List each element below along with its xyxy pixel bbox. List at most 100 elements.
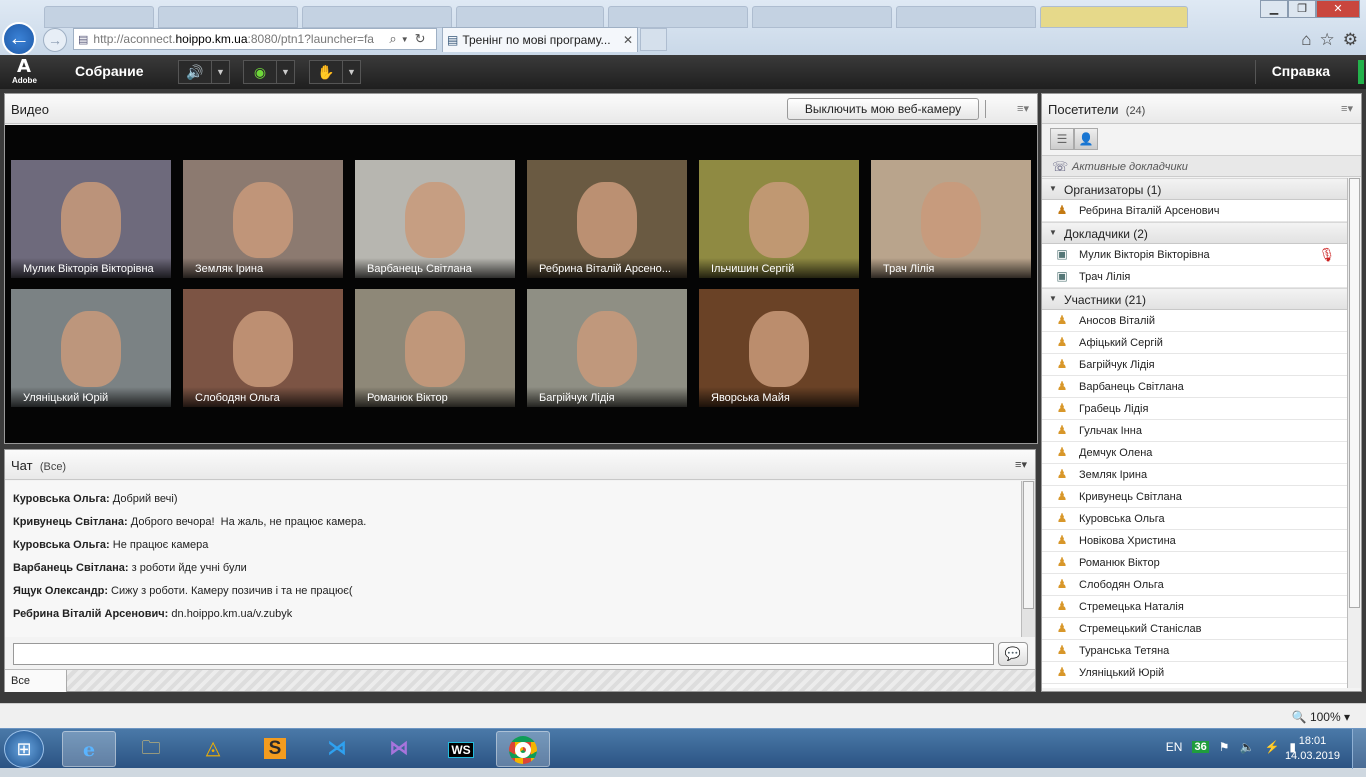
attendee-row[interactable]: ♟ Грабець Лідія bbox=[1042, 398, 1347, 420]
language-indicator[interactable]: EN bbox=[1166, 740, 1183, 754]
help-menu[interactable]: Справка bbox=[1272, 63, 1330, 79]
video-tile[interactable]: Мулик Вікторія Вікторівна bbox=[11, 160, 171, 278]
attendee-row[interactable]: ♟ Куровська Ольга bbox=[1042, 508, 1347, 530]
meeting-menu[interactable]: Собрание bbox=[75, 63, 144, 79]
status-view-button[interactable]: 👤 bbox=[1074, 128, 1098, 150]
close-window-button[interactable]: ✕ bbox=[1316, 0, 1360, 18]
start-button[interactable]: ⊞ bbox=[4, 730, 44, 768]
attendee-row[interactable]: ♟ Земляк Ірина bbox=[1042, 464, 1347, 486]
attendee-row[interactable]: ♟ Аносов Віталій bbox=[1042, 310, 1347, 332]
maximize-button[interactable]: ❐ bbox=[1288, 0, 1316, 18]
attendee-row[interactable]: ♟ Туранська Тетяна bbox=[1042, 640, 1347, 662]
taskbar-file-explorer[interactable]: 🗀 bbox=[124, 731, 178, 767]
attendee-scrollbar[interactable] bbox=[1347, 178, 1361, 688]
browser-tab[interactable] bbox=[302, 6, 452, 28]
browser-tab[interactable] bbox=[896, 6, 1036, 28]
active-browser-tab[interactable]: ▤ Тренінг по мові програму... ✕ bbox=[442, 27, 638, 52]
video-tile[interactable]: Романюк Віктор bbox=[355, 289, 515, 407]
collapse-triangle-icon[interactable]: ▼ bbox=[1049, 228, 1057, 237]
new-tab-button[interactable] bbox=[640, 28, 667, 51]
power-icon[interactable]: ⚡ bbox=[1264, 740, 1279, 754]
chat-input[interactable] bbox=[13, 643, 994, 665]
pod-options-menu-icon[interactable]: ≡▾ bbox=[1017, 102, 1029, 115]
close-tab-icon[interactable]: ✕ bbox=[623, 33, 633, 47]
chat-scrollbar[interactable] bbox=[1021, 481, 1035, 637]
browser-tab[interactable] bbox=[608, 6, 748, 28]
forward-button[interactable]: → bbox=[43, 28, 67, 52]
browser-tab[interactable] bbox=[456, 6, 604, 28]
zoom-control[interactable]: 🔍 100% ▾ bbox=[1292, 710, 1350, 724]
search-icon[interactable]: ⌕ bbox=[389, 31, 396, 47]
webcam-menu-arrow[interactable]: ▼ bbox=[277, 60, 295, 84]
video-tile[interactable]: Яворська Майя bbox=[699, 289, 859, 407]
attendee-row[interactable]: ♟ Гульчак Інна bbox=[1042, 420, 1347, 442]
url-text[interactable]: http://aconnect.hoippo.km.ua:8080/ptn1?l… bbox=[93, 32, 383, 46]
volume-icon[interactable]: 🔈 bbox=[1239, 740, 1254, 754]
video-tile[interactable]: Ільчишин Сергій bbox=[699, 160, 859, 278]
scrollbar-thumb[interactable] bbox=[1023, 481, 1034, 609]
minimize-button[interactable]: ▁ bbox=[1260, 0, 1288, 18]
status-menu-arrow[interactable]: ▼ bbox=[343, 60, 361, 84]
send-message-button[interactable]: 💬 bbox=[998, 642, 1028, 666]
address-bar[interactable]: ▤ http://aconnect.hoippo.km.ua:8080/ptn1… bbox=[73, 28, 437, 50]
attendee-row[interactable]: ♟ Ребрина Віталій Арсенович bbox=[1042, 200, 1347, 222]
pod-options-menu-icon[interactable]: ≡▾ bbox=[1341, 102, 1353, 115]
speaker-button[interactable]: 🔊 bbox=[178, 60, 212, 84]
attendee-row[interactable]: ♟ Романюк Віктор bbox=[1042, 552, 1347, 574]
browser-tab[interactable] bbox=[752, 6, 892, 28]
video-tile[interactable]: Трач Лілія bbox=[871, 160, 1031, 278]
attendee-row[interactable]: ▣ Мулик Вікторія Вікторівна 🎙 bbox=[1042, 244, 1347, 266]
raise-hand-button[interactable]: ✋ bbox=[309, 60, 343, 84]
browser-tab[interactable] bbox=[44, 6, 154, 28]
video-tile[interactable]: Варбанець Світлана bbox=[355, 160, 515, 278]
video-tile[interactable]: Багрійчук Лідія bbox=[527, 289, 687, 407]
browser-tab[interactable] bbox=[1040, 6, 1188, 28]
taskbar-webstorm[interactable]: WS bbox=[434, 731, 488, 767]
attendee-row[interactable]: ♟ Слободян Ольга bbox=[1042, 574, 1347, 596]
video-tile[interactable]: Уляніцький Юрій bbox=[11, 289, 171, 407]
attendee-row[interactable]: ♟ Багрійчук Лідія bbox=[1042, 354, 1347, 376]
attendee-row[interactable]: ♟ Варбанець Світлана bbox=[1042, 376, 1347, 398]
attendee-row[interactable]: ♟ Афіцький Сергій bbox=[1042, 332, 1347, 354]
video-tile[interactable]: Земляк Ірина bbox=[183, 160, 343, 278]
browser-tab[interactable] bbox=[158, 6, 298, 28]
attendee-group-header[interactable]: ▼ Участники (21) bbox=[1042, 288, 1347, 310]
scrollbar-thumb[interactable] bbox=[1349, 178, 1360, 608]
attendee-row[interactable]: ♟ Новікова Христина bbox=[1042, 530, 1347, 552]
list-view-button[interactable]: ☰ bbox=[1050, 128, 1074, 150]
home-icon[interactable]: ⌂ bbox=[1301, 30, 1311, 50]
collapse-triangle-icon[interactable]: ▼ bbox=[1049, 184, 1057, 193]
attendee-row[interactable]: ♟ Стремецька Наталія bbox=[1042, 596, 1347, 618]
refresh-icon[interactable]: ↻ bbox=[415, 31, 426, 47]
settings-gear-icon[interactable]: ⚙ bbox=[1343, 30, 1358, 50]
taskbar-vscode[interactable]: ⋊ bbox=[310, 731, 364, 767]
attendee-row[interactable]: ♟ Кривунець Світлана bbox=[1042, 486, 1347, 508]
pod-options-menu-icon[interactable]: ≡▾ bbox=[1015, 458, 1027, 471]
stop-webcam-button[interactable]: Выключить мою веб-камеру bbox=[787, 98, 979, 120]
video-tile[interactable]: Ребрина Віталій Арсено... bbox=[527, 160, 687, 278]
attendee-row[interactable]: ▣ Трач Лілія bbox=[1042, 266, 1347, 288]
show-desktop-button[interactable] bbox=[1352, 729, 1366, 769]
speaker-menu-arrow[interactable]: ▼ bbox=[212, 60, 230, 84]
taskbar-chrome[interactable] bbox=[496, 731, 550, 767]
video-tile[interactable]: Слободян Ольга bbox=[183, 289, 343, 407]
taskbar-sublime-text[interactable]: S bbox=[248, 731, 302, 767]
chat-tab-all[interactable]: Все bbox=[5, 670, 67, 692]
collapse-triangle-icon[interactable]: ▼ bbox=[1049, 294, 1057, 303]
favorites-star-icon[interactable]: ☆ bbox=[1320, 30, 1335, 50]
attendee-row[interactable]: ♟ Демчук Олена bbox=[1042, 442, 1347, 464]
back-button[interactable]: ← bbox=[2, 22, 36, 56]
clock[interactable]: 18:01 14.03.2019 bbox=[1285, 734, 1340, 764]
taskbar-visual-studio[interactable]: ⋈ bbox=[372, 731, 426, 767]
webcam-button[interactable]: ◉ bbox=[243, 60, 277, 84]
tray-app-badge[interactable]: 36 bbox=[1192, 741, 1209, 753]
flag-icon[interactable]: ⚑ bbox=[1219, 740, 1230, 754]
taskbar-app-triangle[interactable]: ◬ bbox=[186, 731, 240, 767]
attendee-row[interactable]: ♟ Уляніцький Юрій bbox=[1042, 662, 1347, 684]
dropdown-icon[interactable]: ▼ bbox=[401, 35, 409, 44]
attendee-row[interactable]: ♟ Стремецький Станіслав bbox=[1042, 618, 1347, 640]
taskbar-internet-explorer[interactable]: e bbox=[62, 731, 116, 767]
attendee-group-header[interactable]: ▼ Организаторы (1) bbox=[1042, 178, 1347, 200]
microphone-muted-icon[interactable]: 🎙 bbox=[1318, 247, 1335, 263]
attendee-group-header[interactable]: ▼ Докладчики (2) bbox=[1042, 222, 1347, 244]
